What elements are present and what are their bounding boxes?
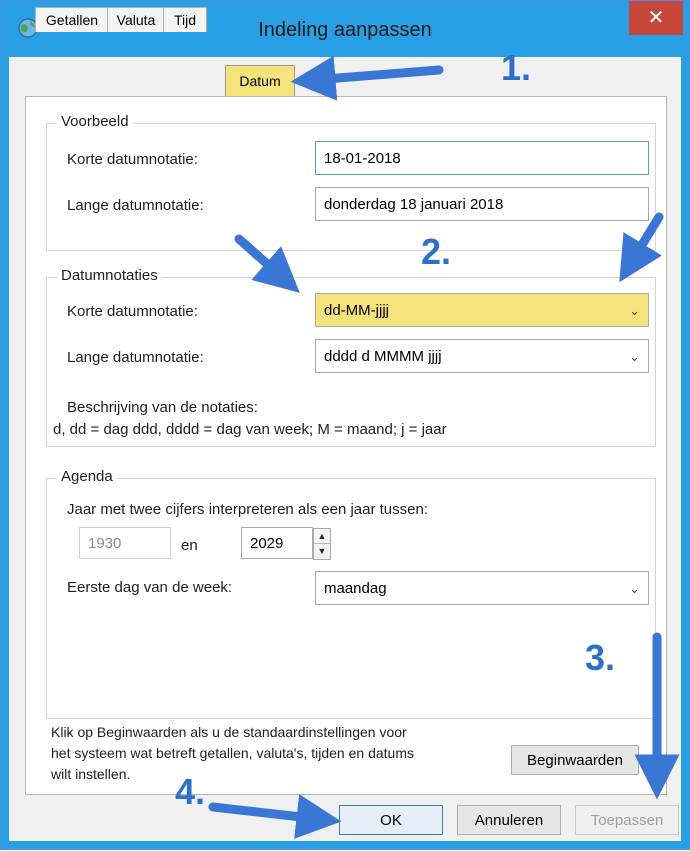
- long-format-value: dddd d MMMM jjjj: [324, 348, 442, 365]
- example-long-field[interactable]: donderdag 18 januari 2018: [315, 187, 649, 221]
- format-description-text: d, dd = dag ddd, dddd = dag van week; M …: [53, 421, 447, 438]
- annotation-number-1: 1.: [501, 47, 532, 88]
- spin-down-icon[interactable]: ▼: [314, 544, 330, 559]
- reset-note: Klik op Beginwaarden als u de standaardi…: [51, 722, 414, 785]
- short-format-label: Korte datumnotatie:: [67, 303, 198, 320]
- first-day-value: maandag: [324, 580, 387, 597]
- tab-valuta[interactable]: Valuta: [107, 7, 165, 32]
- ok-button[interactable]: OK: [339, 805, 443, 835]
- format-description-title: Beschrijving van de notaties:: [67, 399, 258, 416]
- group-agenda-legend: Agenda: [57, 468, 117, 485]
- en-label: en: [181, 537, 198, 554]
- reset-note-line: Klik op Beginwaarden als u de standaardi…: [51, 724, 407, 740]
- group-datumnotaties-legend: Datumnotaties: [57, 267, 162, 284]
- chevron-down-icon[interactable]: ⌄: [629, 294, 640, 328]
- reset-note-line: wilt instellen.: [51, 766, 131, 782]
- year-to-spinner[interactable]: ▲ ▼: [313, 528, 331, 560]
- short-format-combo[interactable]: dd-MM-jjjj ⌄: [315, 293, 649, 327]
- annotation-number-4: 4.: [175, 771, 206, 812]
- cancel-button[interactable]: Annuleren: [457, 805, 561, 835]
- annotation-number-2: 2.: [421, 231, 452, 272]
- reset-note-line: het systeem wat betreft getallen, valuta…: [51, 745, 414, 761]
- apply-button[interactable]: Toepassen: [575, 805, 679, 835]
- group-voorbeeld-legend: Voorbeeld: [57, 113, 133, 130]
- example-long-label: Lange datumnotatie:: [67, 197, 204, 214]
- long-format-combo[interactable]: dddd d MMMM jjjj ⌄: [315, 339, 649, 373]
- year-from-field: 1930: [79, 527, 171, 559]
- tab-tijd[interactable]: Tijd: [163, 7, 207, 32]
- chevron-down-icon[interactable]: ⌄: [629, 340, 640, 374]
- example-short-label: Korte datumnotatie:: [67, 151, 198, 168]
- short-format-value: dd-MM-jjjj: [324, 302, 389, 319]
- annotation-number-3: 3.: [585, 637, 616, 678]
- dialog-window: Indeling aanpassen ✕ Getallen Valuta Tij…: [0, 0, 690, 850]
- reset-defaults-button[interactable]: Beginwaarden: [511, 745, 639, 775]
- chevron-down-icon[interactable]: ⌄: [629, 572, 640, 606]
- year-to-field[interactable]: 2029: [241, 527, 313, 559]
- first-day-label: Eerste dag van de week:: [67, 579, 233, 596]
- two-digit-year-label: Jaar met twee cijfers interpreteren als …: [67, 501, 429, 518]
- example-short-field[interactable]: 18-01-2018: [315, 141, 649, 175]
- long-format-label: Lange datumnotatie:: [67, 349, 204, 366]
- spin-up-icon[interactable]: ▲: [314, 529, 330, 544]
- tab-datum[interactable]: Datum: [225, 65, 295, 97]
- first-day-combo[interactable]: maandag ⌄: [315, 571, 649, 605]
- close-button[interactable]: ✕: [629, 1, 683, 35]
- tab-getallen[interactable]: Getallen: [35, 7, 109, 32]
